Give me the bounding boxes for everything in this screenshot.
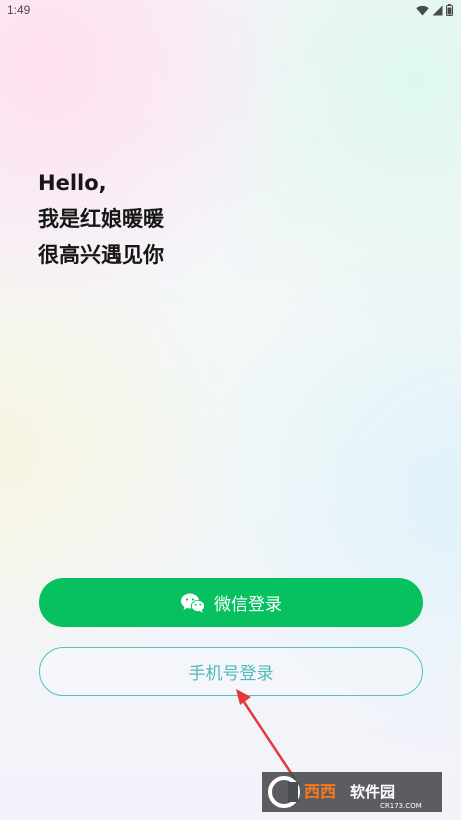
battery-icon <box>446 4 453 16</box>
svg-text:软件园: 软件园 <box>350 783 395 801</box>
svg-text:CR173.COM: CR173.COM <box>380 802 422 810</box>
greeting-line-intro: 我是红娘暖暖 <box>38 207 164 231</box>
wechat-login-button[interactable]: 微信登录 <box>39 578 423 627</box>
status-icons <box>416 3 453 17</box>
wechat-icon <box>180 592 206 614</box>
status-bar: 1:49 <box>0 0 461 22</box>
greeting-text: Hello, 我是红娘暖暖 很高兴遇见你 <box>38 168 164 276</box>
status-time: 1:49 <box>7 3 31 17</box>
wechat-login-label: 微信登录 <box>214 595 282 615</box>
signal-icon <box>432 5 443 16</box>
wifi-icon <box>416 5 429 16</box>
svg-text:西西: 西西 <box>304 782 336 801</box>
greeting-line-hello: Hello, <box>38 171 107 195</box>
watermark-logo: 西西 软件园 CR173.COM <box>262 772 442 812</box>
greeting-line-welcome: 很高兴遇见你 <box>38 243 164 267</box>
annotation-arrow-icon <box>236 689 297 781</box>
login-screen: 1:49 Hello, 我是红娘暖暖 很高兴遇见你 微信登录 手机号登录 西西 … <box>0 0 461 820</box>
